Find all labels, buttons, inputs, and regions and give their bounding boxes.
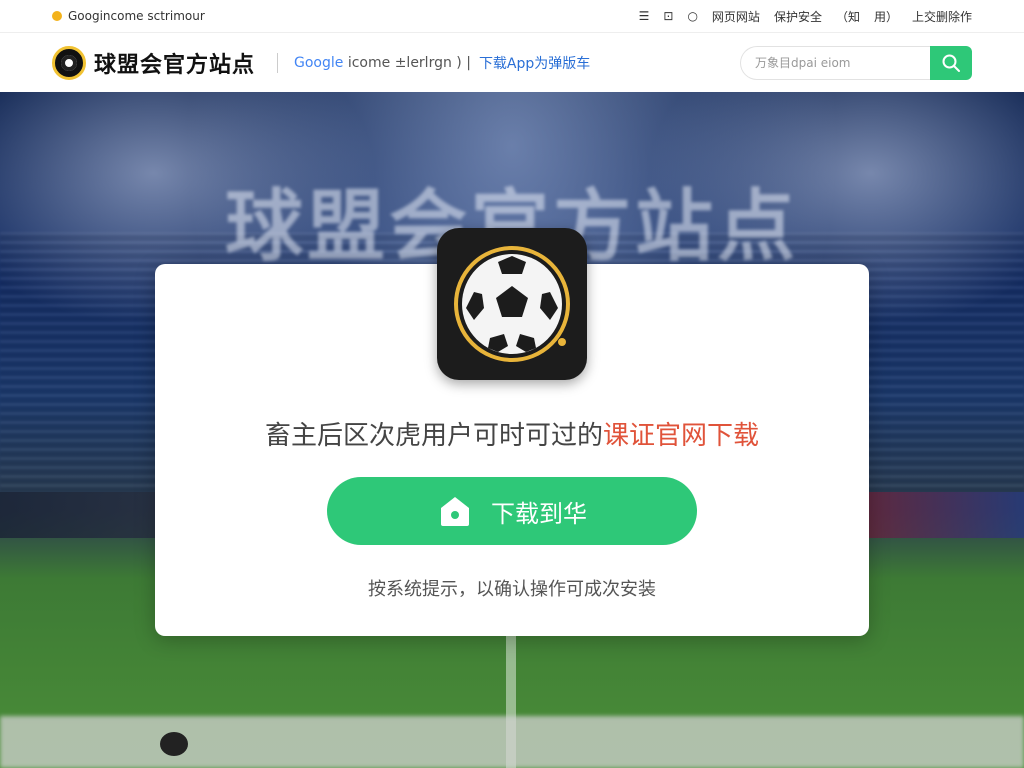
utility-link-4[interactable]: 用） xyxy=(874,8,898,25)
search-box: 万象目dpai eiom xyxy=(740,45,972,80)
tablet-icon[interactable]: ⊡ xyxy=(663,9,673,23)
headline-accent[interactable]: 课证官网下载 xyxy=(603,421,759,451)
utility-link-5[interactable]: 上交删除作 xyxy=(912,8,972,25)
search-placeholder: 万象目dpai eiom xyxy=(755,56,851,70)
utility-left-text: Googincome sctrimour xyxy=(68,9,205,23)
bottom-ball-icon xyxy=(160,732,188,756)
google-suffix: icome ±lerlrgn ) | xyxy=(347,54,471,71)
header-divider xyxy=(277,52,279,73)
headline-main: 畜主后区次虎用户可时可过的 xyxy=(264,421,603,451)
card-headline: 畜主后区次虎用户可时可过的课证官网下载 xyxy=(155,415,869,452)
download-button[interactable]: 下载到华 xyxy=(327,477,697,545)
search-input[interactable]: 万象目dpai eiom xyxy=(740,45,930,80)
utility-link-3[interactable]: （知 xyxy=(836,8,860,25)
utility-bar: Googincome sctrimour ☰ ⊡ ○ 网页网站 保护安全 （知 … xyxy=(0,0,1024,32)
google-label: Google icome ±lerlrgn ) | xyxy=(294,55,471,71)
circle-icon[interactable]: ○ xyxy=(687,9,697,23)
install-hint: 按系统提示，以确认操作可成次安装 xyxy=(368,579,656,600)
google-text: Google xyxy=(294,54,344,71)
utility-links: ☰ ⊡ ○ 网页网站 保护安全 （知 用） 上交删除作 xyxy=(639,8,972,25)
site-header: 球盟会官方站点 Google icome ±lerlrgn ) | 下载App为… xyxy=(0,32,1024,92)
download-app-link[interactable]: 下载App为弹版车 xyxy=(479,53,590,73)
pin-icon xyxy=(52,11,62,21)
home-icon xyxy=(441,497,469,526)
app-icon xyxy=(437,228,587,380)
utility-left: Googincome sctrimour xyxy=(52,9,205,23)
soccer-ball-icon xyxy=(454,246,570,362)
search-icon xyxy=(942,54,960,72)
utility-link-2[interactable]: 保护安全 xyxy=(774,8,822,25)
search-button[interactable] xyxy=(930,45,972,80)
soccer-ball-logo-icon[interactable] xyxy=(52,45,86,80)
menu-icon[interactable]: ☰ xyxy=(639,9,650,23)
download-button-label: 下载到华 xyxy=(491,499,587,528)
bottom-bar-blurred xyxy=(0,716,1024,768)
utility-link-1[interactable]: 网页网站 xyxy=(712,8,760,25)
brand-title[interactable]: 球盟会官方站点 xyxy=(94,47,255,79)
